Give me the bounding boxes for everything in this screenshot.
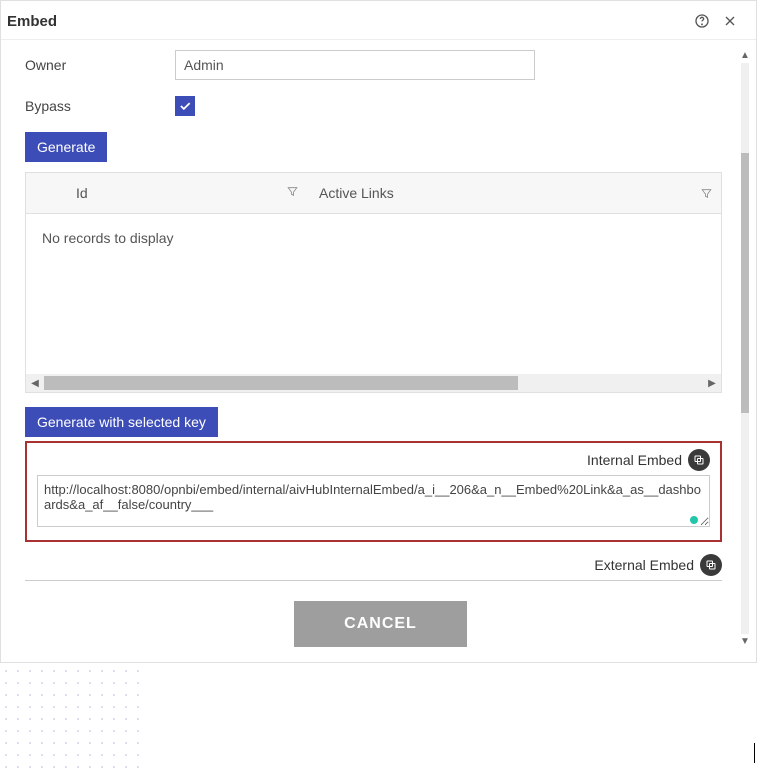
owner-label: Owner [25,57,175,73]
table-body: No records to display [26,214,721,374]
owner-input[interactable] [175,50,535,80]
internal-embed-label: Internal Embed [587,452,682,468]
scroll-track[interactable] [741,63,749,634]
scroll-up-arrow[interactable]: ▲ [740,50,750,61]
external-embed-label-row: External Embed [25,554,722,576]
copy-icon [705,559,717,571]
column-active-links-label: Active Links [319,185,394,201]
generate-button[interactable]: Generate [25,132,107,162]
embed-section: Generate with selected key Internal Embe… [25,407,722,542]
internal-embed-label-row: Internal Embed [37,449,710,471]
dialog-header: Embed [1,1,756,40]
scroll-thumb[interactable] [741,153,749,413]
dialog-body: ▲ ▼ Owner Bypass Generate Id [1,40,756,662]
copy-internal-button[interactable] [688,449,710,471]
external-embed-label: External Embed [594,557,694,573]
hscroll-right-arrow[interactable]: ▶ [703,378,721,389]
empty-message: No records to display [42,230,174,246]
embed-dialog: Embed ▲ ▼ Owner Bypass Generate [0,0,757,663]
hscroll-left-arrow[interactable]: ◀ [26,378,44,389]
bypass-row: Bypass [25,96,736,116]
vertical-scrollbar[interactable]: ▲ ▼ [740,50,750,647]
copy-icon [693,454,705,466]
owner-row: Owner [25,50,736,80]
copy-external-button[interactable] [700,554,722,576]
column-header-active-links[interactable]: Active Links [276,173,691,213]
help-icon[interactable] [688,7,716,35]
column-id-label: Id [76,185,88,201]
external-input-line[interactable] [25,580,722,581]
horizontal-scrollbar[interactable]: ◀ ▶ [26,374,721,392]
internal-embed-box: Internal Embed [25,441,722,542]
generate-with-key-button[interactable]: Generate with selected key [25,407,218,437]
close-icon[interactable] [716,7,744,35]
links-table: Id Active Links No records to display ◀ [25,172,722,393]
filter-icon-right[interactable] [691,173,721,213]
scroll-down-arrow[interactable]: ▼ [740,636,750,647]
dialog-footer: CANCEL [25,601,736,647]
text-cursor [754,743,755,763]
dialog-title: Embed [7,13,688,30]
column-header-id[interactable]: Id [26,173,276,213]
cancel-button[interactable]: CANCEL [294,601,467,647]
hscroll-track[interactable] [44,376,703,390]
filter-icon[interactable] [286,185,299,201]
status-indicator [690,516,698,524]
bypass-checkbox[interactable] [175,96,195,116]
bypass-label: Bypass [25,98,175,114]
hscroll-thumb[interactable] [44,376,518,390]
internal-embed-url[interactable] [37,475,710,527]
table-header: Id Active Links [26,173,721,214]
external-embed-row: External Embed [25,554,722,581]
